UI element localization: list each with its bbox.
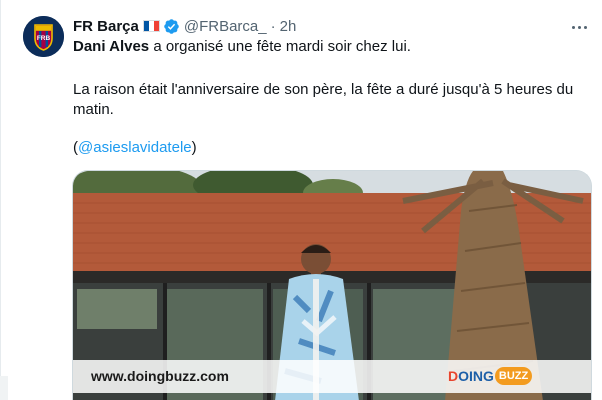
tweet-media-image[interactable]: www.doingbuzz.com D OING BUZZ [72, 170, 592, 400]
paren-close: ) [191, 139, 197, 156]
avatar-text: FRB [37, 35, 51, 42]
verified-badge-icon[interactable] [163, 18, 180, 35]
logo-letter-d: D [448, 368, 459, 384]
tweet-bold-name: Dani Alves [73, 38, 150, 55]
flag-red-stripe [153, 21, 159, 31]
logo-badge: BUZZ [494, 367, 533, 385]
tweet-timestamp[interactable]: 2h [280, 18, 297, 35]
dot [583, 25, 587, 29]
doingbuzz-logo: D OING BUZZ [448, 367, 533, 385]
tweet-text-line-3: matin. [73, 101, 114, 118]
previous-tweet-edge [0, 376, 8, 400]
dot [571, 25, 575, 29]
tweet-text-rest: a organisé une fête mardi soir chez lui. [149, 38, 411, 55]
mention-link[interactable]: @asieslavidatele [78, 139, 192, 156]
timeline-divider [0, 0, 1, 400]
tweet-text-line-1: Dani Alves a organisé une fête mardi soi… [73, 37, 411, 57]
france-flag-icon [142, 20, 160, 32]
header-separator: · [270, 17, 276, 35]
author-name[interactable]: FR Barça [73, 18, 139, 35]
author-handle[interactable]: @FRBarca_ [184, 18, 267, 35]
fc-barcelona-crest-icon: FRB [23, 16, 64, 57]
avatar[interactable]: FRB [23, 16, 64, 57]
tweet-source-line: (@asieslavidatele) [73, 138, 197, 158]
tweet-header: FR Barça @FRBarca_ · 2h [73, 15, 296, 37]
more-options-icon[interactable] [567, 17, 591, 37]
logo-letters: OING [458, 368, 494, 384]
watermark-url: www.doingbuzz.com [91, 368, 229, 384]
tweet-text-line-2: La raison était l'anniversaire de son pè… [73, 81, 574, 98]
dot [577, 25, 581, 29]
